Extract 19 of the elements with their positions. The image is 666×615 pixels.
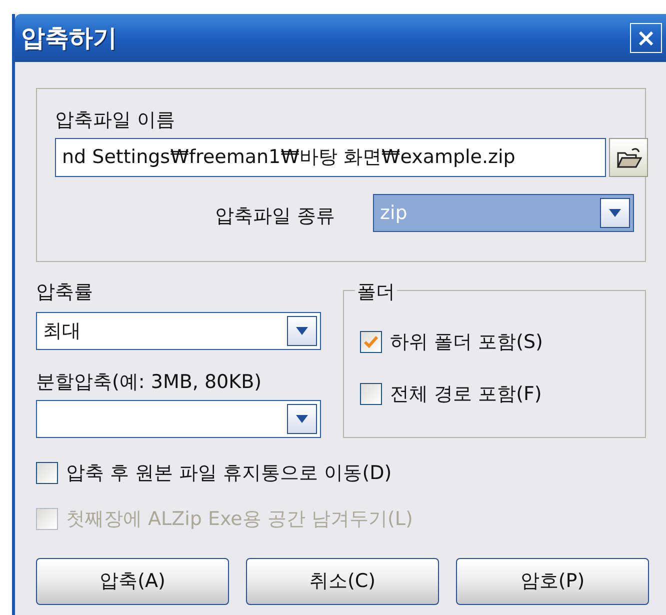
checkbox[interactable] <box>360 383 382 406</box>
split-size-dropdown[interactable] <box>36 400 321 438</box>
folder-open-icon[interactable] <box>609 138 648 177</box>
field-label: 분할압축(예: 3MB, 80KB) <box>36 370 262 395</box>
dialog-button[interactable]: 암호(P) <box>456 558 649 605</box>
file-path-field[interactable]: nd Settings₩freeman1₩바탕 화면₩example.zip <box>55 138 606 177</box>
checkbox[interactable] <box>360 331 382 354</box>
compression-dropdown[interactable]: 최대 <box>36 312 321 350</box>
window-title: 압축하기 <box>21 23 117 54</box>
checkbox-label[interactable]: 하위 폴더 포함(S) <box>390 328 543 356</box>
checkbox-label[interactable]: 전체 경로 포함(F) <box>390 380 542 408</box>
field-label: 압축률 <box>36 280 93 305</box>
checkbox[interactable] <box>36 462 58 484</box>
dialog-button[interactable]: 압축(A) <box>36 558 229 605</box>
checkbox-label[interactable]: 압축 후 원본 파일 휴지통으로 이동(D) <box>66 459 392 488</box>
close-button[interactable]: × <box>630 23 662 53</box>
dialog-button[interactable]: 취소(C) <box>246 558 439 605</box>
field-label: 압축파일 종류 <box>215 204 336 229</box>
field-label: 압축파일 이름 <box>55 108 176 133</box>
